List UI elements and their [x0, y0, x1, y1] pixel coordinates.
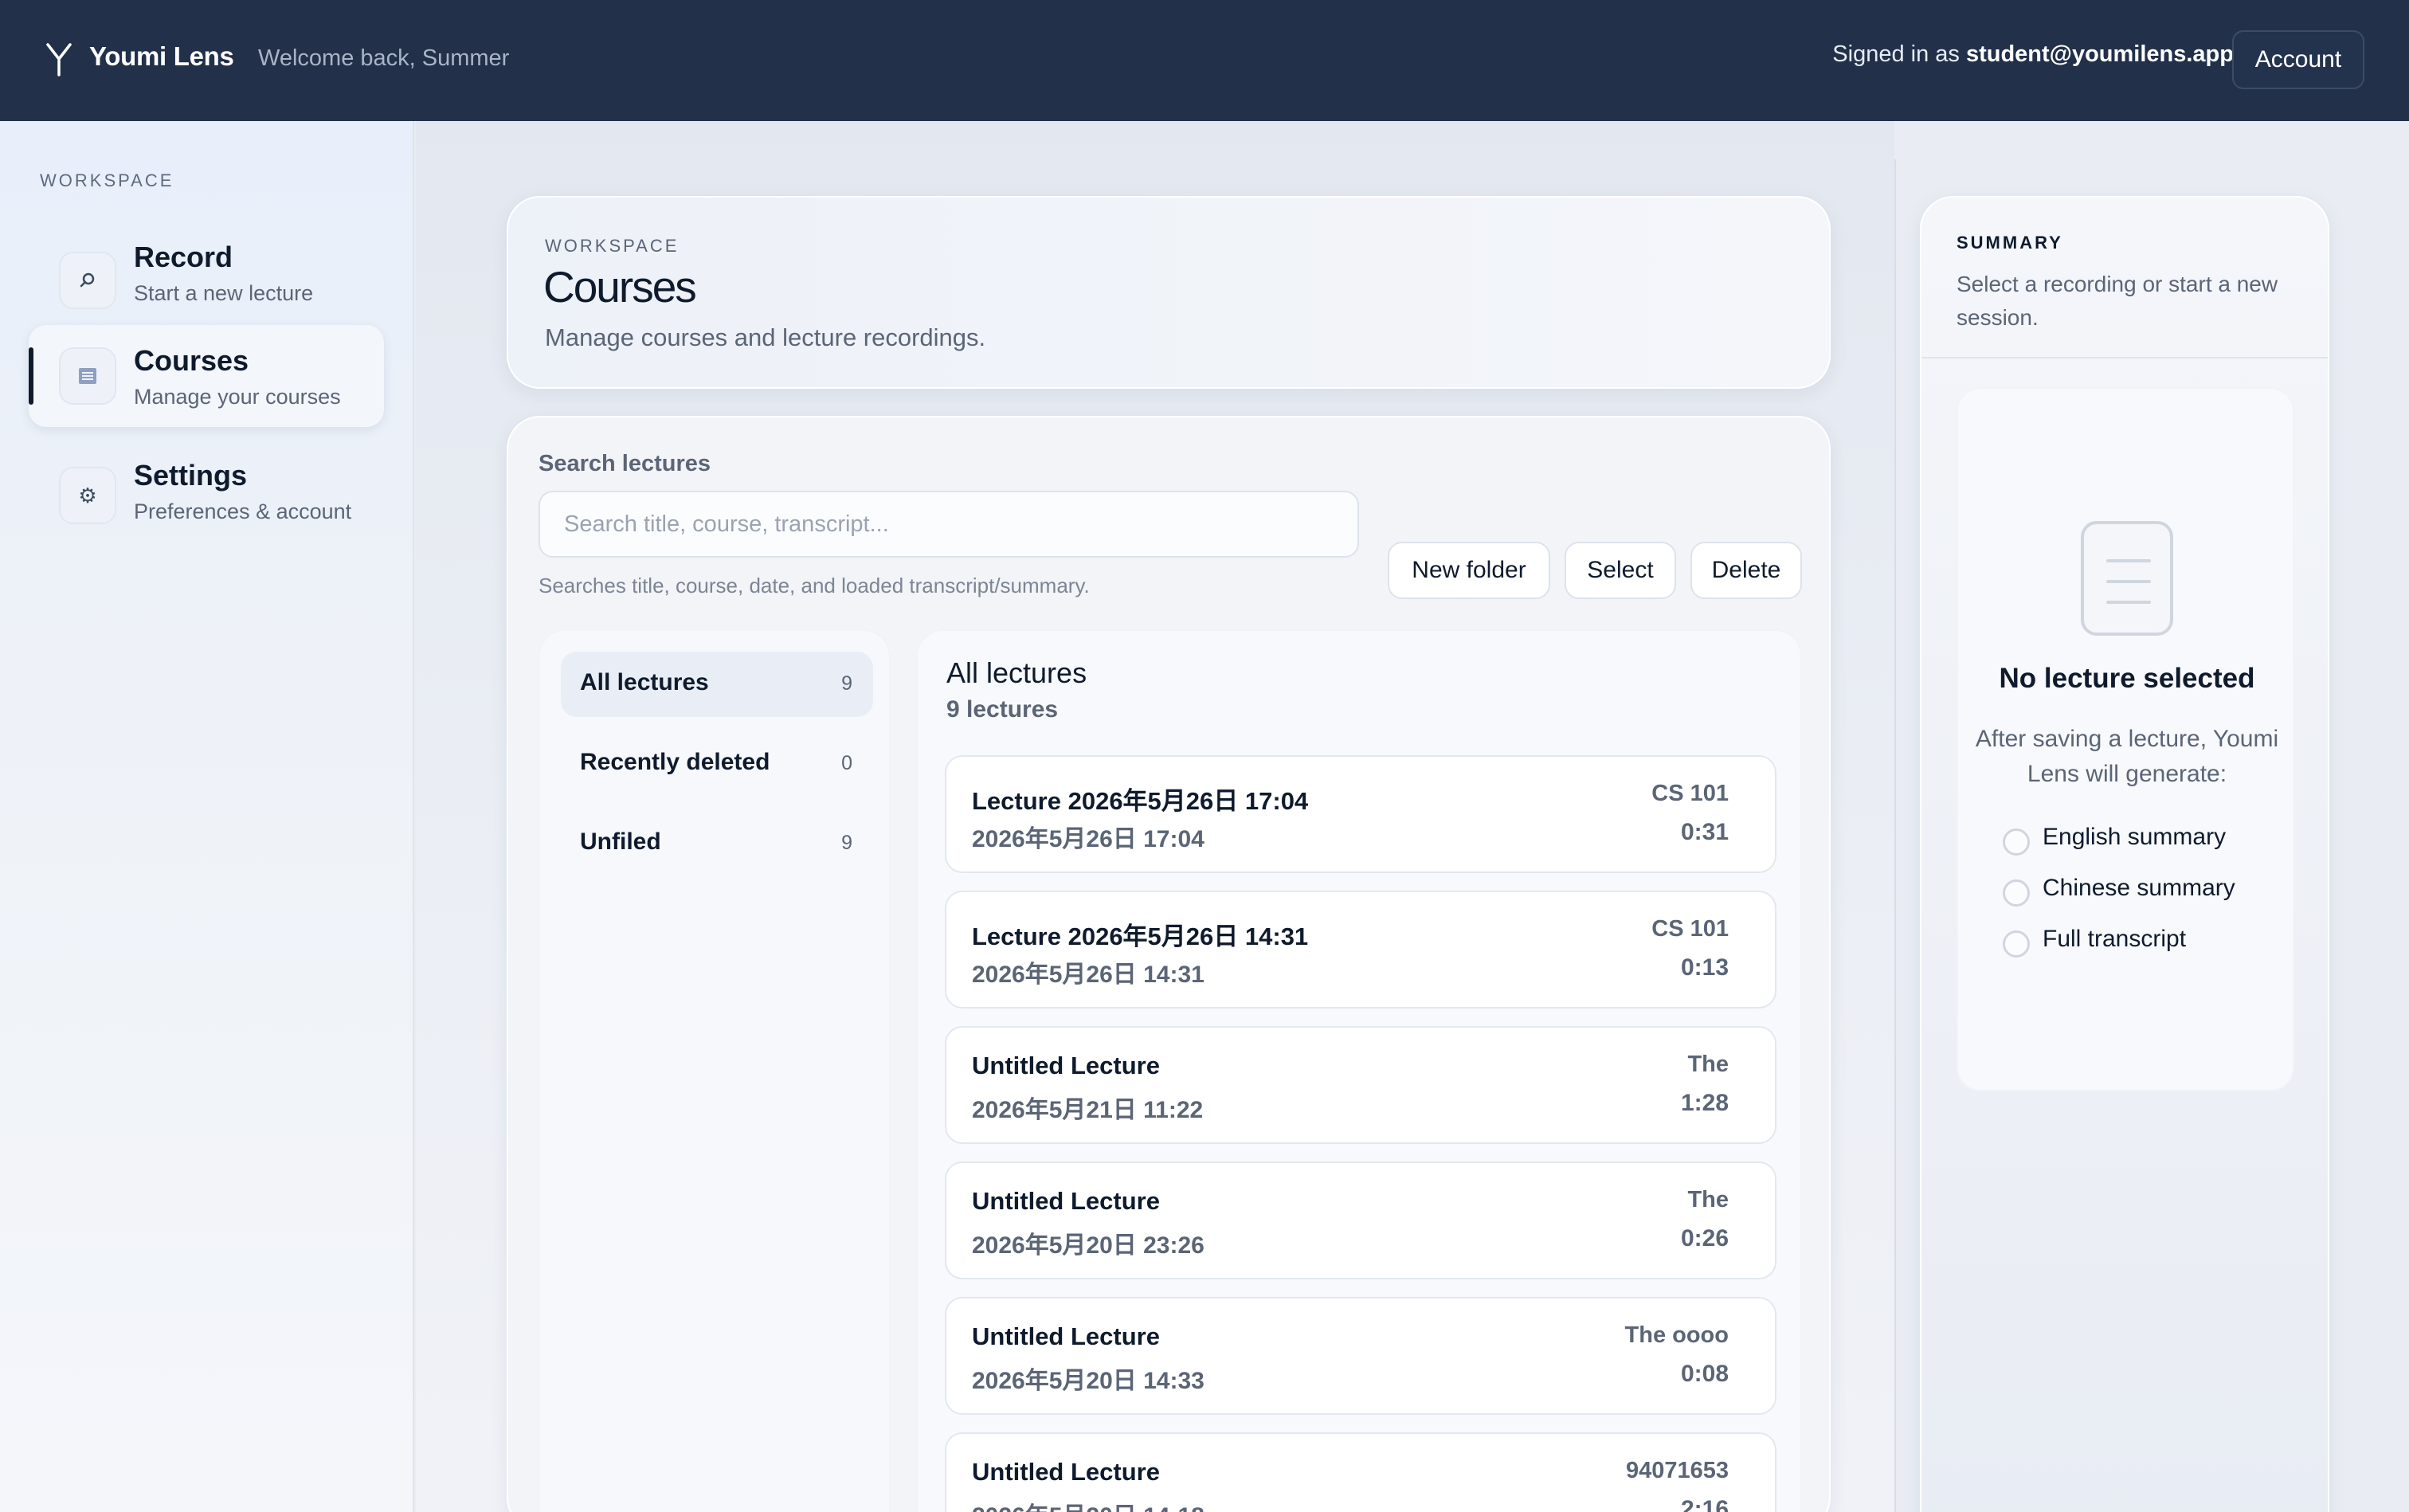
- lecture-duration: 2:16: [1680, 1496, 1729, 1512]
- sidebar-item-record[interactable]: Record Start a new lecture: [29, 217, 384, 320]
- lecture-duration: 0:13: [1680, 954, 1729, 981]
- delete-button[interactable]: Delete: [1690, 542, 1802, 599]
- lecture-course: CS 101: [1651, 781, 1729, 806]
- search-label: Search lectures: [539, 451, 711, 476]
- divider: [1921, 357, 2328, 358]
- lecture-row[interactable]: Lecture 2026年5月26日 17:04 2026年5月26日 17:0…: [945, 755, 1776, 873]
- empty-state: No lecture selected After saving a lectu…: [1957, 387, 2294, 1091]
- panel-divider: [1894, 159, 1896, 1512]
- lecture-row[interactable]: Untitled Lecture 2026年5月20日 14:33 The oo…: [945, 1297, 1776, 1415]
- signed-in-text: Signed in as student@youmilens.app: [1832, 41, 2234, 68]
- lecture-row[interactable]: Untitled Lecture 2026年5月21日 11:22 The 1:…: [945, 1026, 1776, 1144]
- new-folder-button[interactable]: New folder: [1388, 542, 1550, 599]
- summary-description: Select a recording or start a new sessio…: [1957, 272, 2278, 330]
- lecture-duration: 0:31: [1680, 819, 1729, 845]
- search-input[interactable]: [539, 491, 1359, 558]
- lecture-title: Untitled Lecture: [972, 1052, 1160, 1079]
- lecture-course: The: [1687, 1052, 1729, 1077]
- lectures-title: All lectures: [946, 656, 1087, 689]
- page-title: Courses: [543, 262, 697, 311]
- folder-name: Recently deleted: [580, 749, 770, 775]
- lecture-date: 2026年5月20日 14:18: [972, 1496, 1204, 1512]
- account-button[interactable]: Account: [2232, 30, 2364, 89]
- feature-label: English summary: [2043, 824, 2227, 850]
- top-bar: Youmi Lens Welcome back, Summer Signed i…: [0, 0, 2409, 121]
- circle-icon: [2003, 879, 2030, 907]
- search-help-text: Searches title, course, date, and loaded…: [539, 574, 1090, 597]
- sidebar-item-sublabel: Manage your courses: [134, 385, 341, 409]
- active-indicator: [29, 347, 33, 405]
- gear-icon: ⚙: [59, 467, 116, 524]
- page-kicker: WORKSPACE: [545, 236, 680, 256]
- folders-list: All lectures 9 Recently deleted 0 Unfile…: [539, 629, 891, 1512]
- empty-description: After saving a lecture, Youmi Lens will …: [1975, 726, 2279, 787]
- lecture-date: 2026年5月20日 23:26: [972, 1232, 1204, 1259]
- feature-label: Full transcript: [2043, 926, 2187, 952]
- signed-in-prefix: Signed in as: [1832, 41, 1966, 67]
- empty-title: No lecture selected: [1999, 663, 2255, 694]
- lectures-count: 9 lectures: [946, 696, 1059, 723]
- folder-count: 9: [841, 832, 852, 854]
- lecture-row[interactable]: Lecture 2026年5月26日 14:31 2026年5月26日 14:3…: [945, 891, 1776, 1009]
- logo-icon: [46, 43, 72, 76]
- lecture-date: 2026年5月26日 14:31: [972, 962, 1204, 988]
- page-subtitle: Manage courses and lecture recordings.: [545, 323, 986, 351]
- document-icon-line: [2106, 559, 2151, 562]
- lecture-duration: 0:08: [1680, 1361, 1729, 1387]
- search-icon: [59, 252, 116, 309]
- document-icon-line: [2106, 601, 2151, 604]
- signed-in-email: student@youmilens.app: [1965, 41, 2234, 67]
- lecture-date: 2026年5月20日 14:33: [972, 1368, 1204, 1394]
- page-header: WORKSPACE Courses Manage courses and lec…: [507, 196, 1831, 389]
- list-icon: [59, 347, 116, 405]
- lecture-title: Lecture 2026年5月26日 14:31: [972, 922, 1309, 950]
- select-button[interactable]: Select: [1565, 542, 1676, 599]
- sidebar-item-sublabel: Start a new lecture: [134, 281, 314, 305]
- folder-recently-deleted[interactable]: Recently deleted 0: [561, 731, 873, 797]
- sidebar-item-label: Courses: [134, 344, 249, 377]
- sidebar: WORKSPACE Record Start a new lecture Cou…: [0, 121, 414, 1512]
- summary-panel: SUMMARY Select a recording or start a ne…: [1920, 196, 2329, 1512]
- sidebar-item-label: Record: [134, 241, 233, 273]
- brand-name: Youmi Lens: [89, 41, 234, 71]
- document-icon-line: [2106, 580, 2151, 583]
- lecture-course: CS 101: [1651, 916, 1729, 942]
- lecture-title: Untitled Lecture: [972, 1187, 1160, 1215]
- folder-unfiled[interactable]: Unfiled 9: [561, 811, 873, 876]
- lecture-row[interactable]: Untitled Lecture 2026年5月20日 23:26 The 0:…: [945, 1161, 1776, 1279]
- lecture-title: Lecture 2026年5月26日 17:04: [972, 787, 1309, 815]
- folder-all-lectures[interactable]: All lectures 9: [561, 652, 873, 717]
- sidebar-item-label: Settings: [134, 459, 248, 492]
- welcome-text: Welcome back, Summer: [258, 45, 510, 71]
- document-icon: [2081, 521, 2173, 636]
- folder-count: 0: [841, 752, 852, 774]
- sidebar-kicker: WORKSPACE: [40, 170, 174, 190]
- feature-label: Chinese summary: [2043, 875, 2235, 901]
- lecture-date: 2026年5月26日 17:04: [972, 826, 1204, 852]
- lecture-duration: 1:28: [1680, 1090, 1729, 1116]
- courses-panel: Search lectures Searches title, course, …: [507, 416, 1831, 1512]
- lecture-duration: 0:26: [1680, 1225, 1729, 1252]
- sidebar-item-sublabel: Preferences & account: [134, 499, 352, 523]
- circle-icon: [2003, 828, 2030, 856]
- lecture-course: The oooo: [1624, 1322, 1729, 1348]
- folder-name: All lectures: [580, 669, 709, 695]
- lecture-date: 2026年5月21日 11:22: [972, 1097, 1204, 1123]
- lecture-title: Untitled Lecture: [972, 1458, 1160, 1486]
- sidebar-item-courses[interactable]: Courses Manage your courses: [29, 325, 384, 427]
- summary-kicker: SUMMARY: [1957, 233, 2063, 253]
- lectures-list: All lectures 9 lectures Lecture 2026年5月2…: [916, 629, 1802, 1512]
- folder-name: Unfiled: [580, 828, 661, 855]
- folder-count: 9: [841, 672, 852, 695]
- lecture-course: The: [1687, 1187, 1729, 1212]
- lecture-title: Untitled Lecture: [972, 1322, 1160, 1350]
- lecture-course: 94071653: [1625, 1458, 1729, 1483]
- sidebar-item-settings[interactable]: ⚙ Settings Preferences & account: [29, 440, 384, 567]
- circle-icon: [2003, 930, 2030, 958]
- lecture-row[interactable]: Untitled Lecture 2026年5月20日 14:18 940716…: [945, 1432, 1776, 1512]
